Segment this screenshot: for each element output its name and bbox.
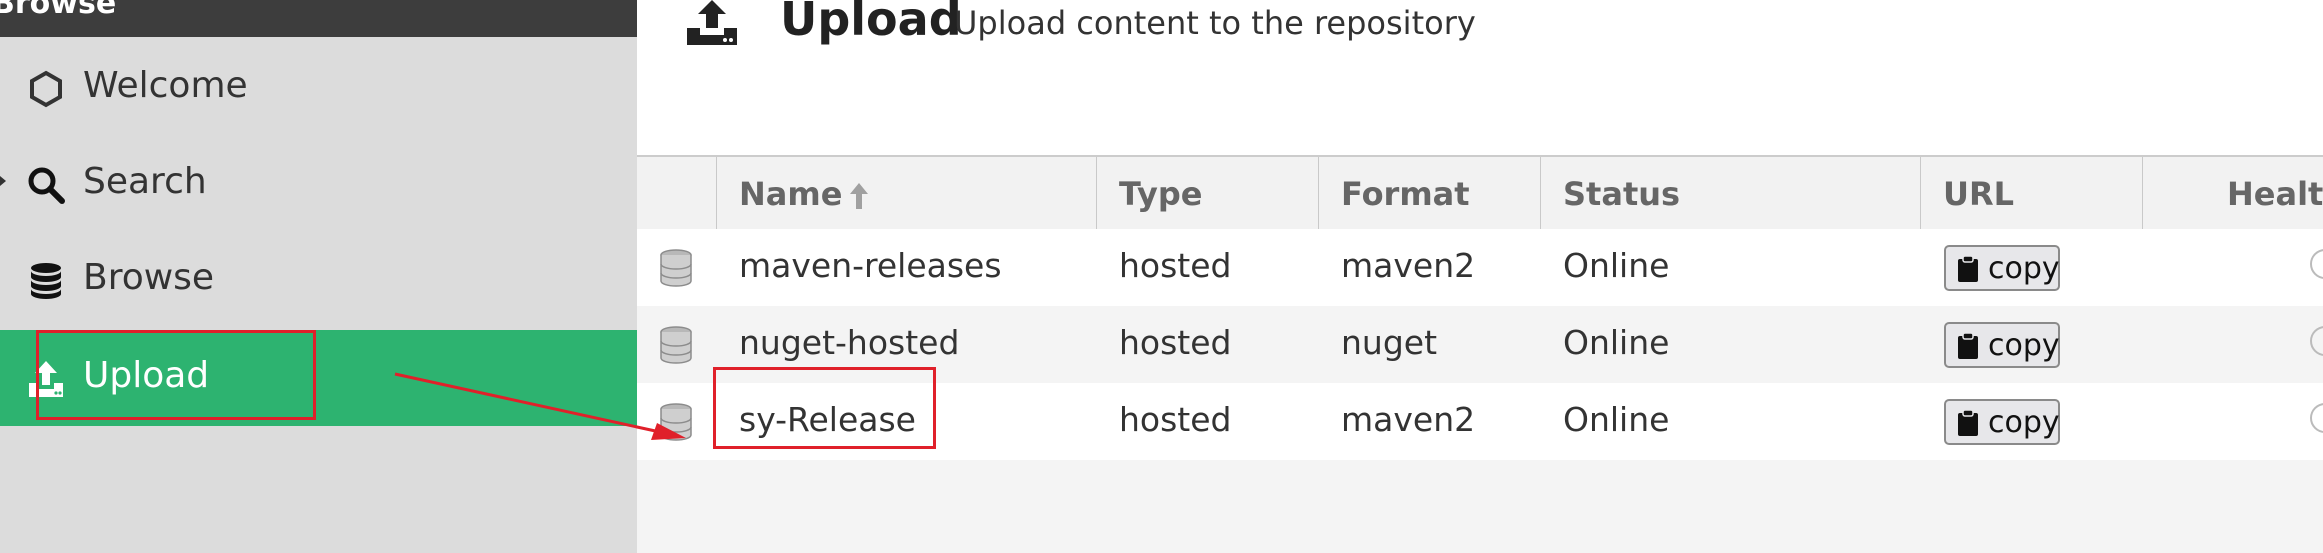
health-check-icon[interactable] — [2310, 403, 2323, 433]
sidebar-item-welcome[interactable]: Welcome — [0, 40, 637, 136]
column-separator — [1318, 157, 1319, 229]
repository-name: nuget-hosted — [739, 323, 960, 362]
sidebar: Browse Welcome Search Browse Upload — [0, 0, 637, 553]
column-header-label: Name — [739, 175, 843, 213]
main-panel: Upload Upload content to the repository … — [637, 0, 2323, 553]
clipboard-icon — [1958, 255, 1978, 282]
repository-icon — [660, 403, 692, 441]
column-separator — [1540, 157, 1541, 229]
sidebar-item-browse[interactable]: Browse — [0, 232, 637, 328]
column-separator — [2142, 157, 2143, 229]
repository-icon — [660, 249, 692, 287]
copy-url-button[interactable]: copy — [1944, 245, 2060, 291]
page-subtitle: Upload content to the repository — [954, 4, 1476, 42]
copy-label: copy — [1988, 251, 2060, 286]
column-header-format[interactable]: Format — [1341, 175, 1470, 213]
clipboard-icon — [1958, 409, 1978, 436]
sidebar-item-label: Browse — [83, 257, 215, 298]
column-header-type[interactable]: Type — [1119, 175, 1203, 213]
upload-icon — [687, 0, 737, 45]
column-separator — [716, 157, 717, 229]
column-separator — [1920, 157, 1921, 229]
page-title: Upload — [780, 0, 962, 46]
repository-format: nuget — [1341, 323, 1438, 362]
health-check-icon[interactable] — [2310, 326, 2323, 356]
health-check-icon[interactable] — [2310, 249, 2323, 279]
clipboard-icon — [1958, 332, 1978, 359]
repository-icon — [660, 326, 692, 364]
repository-name: maven-releases — [739, 246, 1002, 285]
repository-status: Online — [1563, 246, 1670, 285]
sidebar-item-label: Search — [83, 161, 207, 202]
copy-url-button[interactable]: copy — [1944, 322, 2060, 368]
copy-url-button[interactable]: copy — [1944, 399, 2060, 445]
sidebar-item-label: Welcome — [83, 65, 248, 106]
repository-status: Online — [1563, 400, 1670, 439]
column-header-status[interactable]: Status — [1563, 175, 1680, 213]
repository-type: hosted — [1119, 400, 1232, 439]
copy-label: copy — [1988, 328, 2060, 363]
page-header: Upload Upload content to the repository — [637, 0, 2323, 157]
table-row[interactable]: maven-releases hosted maven2 Online copy — [637, 229, 2323, 306]
hexagon-icon — [30, 70, 62, 108]
table-header: Name Type Format Status URL Health — [637, 157, 2323, 229]
sidebar-header-title: Browse — [0, 0, 117, 21]
search-icon — [28, 167, 65, 204]
annotation-box-upload — [36, 330, 316, 420]
sidebar-header: Browse — [0, 0, 637, 37]
column-header-url[interactable]: URL — [1943, 175, 2014, 213]
column-header-name[interactable]: Name — [739, 175, 870, 213]
repository-type: hosted — [1119, 323, 1232, 362]
repository-status: Online — [1563, 323, 1670, 362]
repository-type: hosted — [1119, 246, 1232, 285]
sidebar-item-search[interactable]: Search — [0, 136, 637, 232]
annotation-box-sy-release — [713, 367, 936, 449]
column-header-health[interactable]: Health — [2227, 175, 2323, 213]
repository-format: maven2 — [1341, 400, 1476, 439]
column-separator — [1096, 157, 1097, 229]
copy-label: copy — [1988, 405, 2060, 440]
sort-ascending-icon — [850, 183, 869, 209]
database-icon — [31, 263, 61, 299]
expand-caret-icon[interactable] — [0, 176, 6, 186]
repository-format: maven2 — [1341, 246, 1476, 285]
